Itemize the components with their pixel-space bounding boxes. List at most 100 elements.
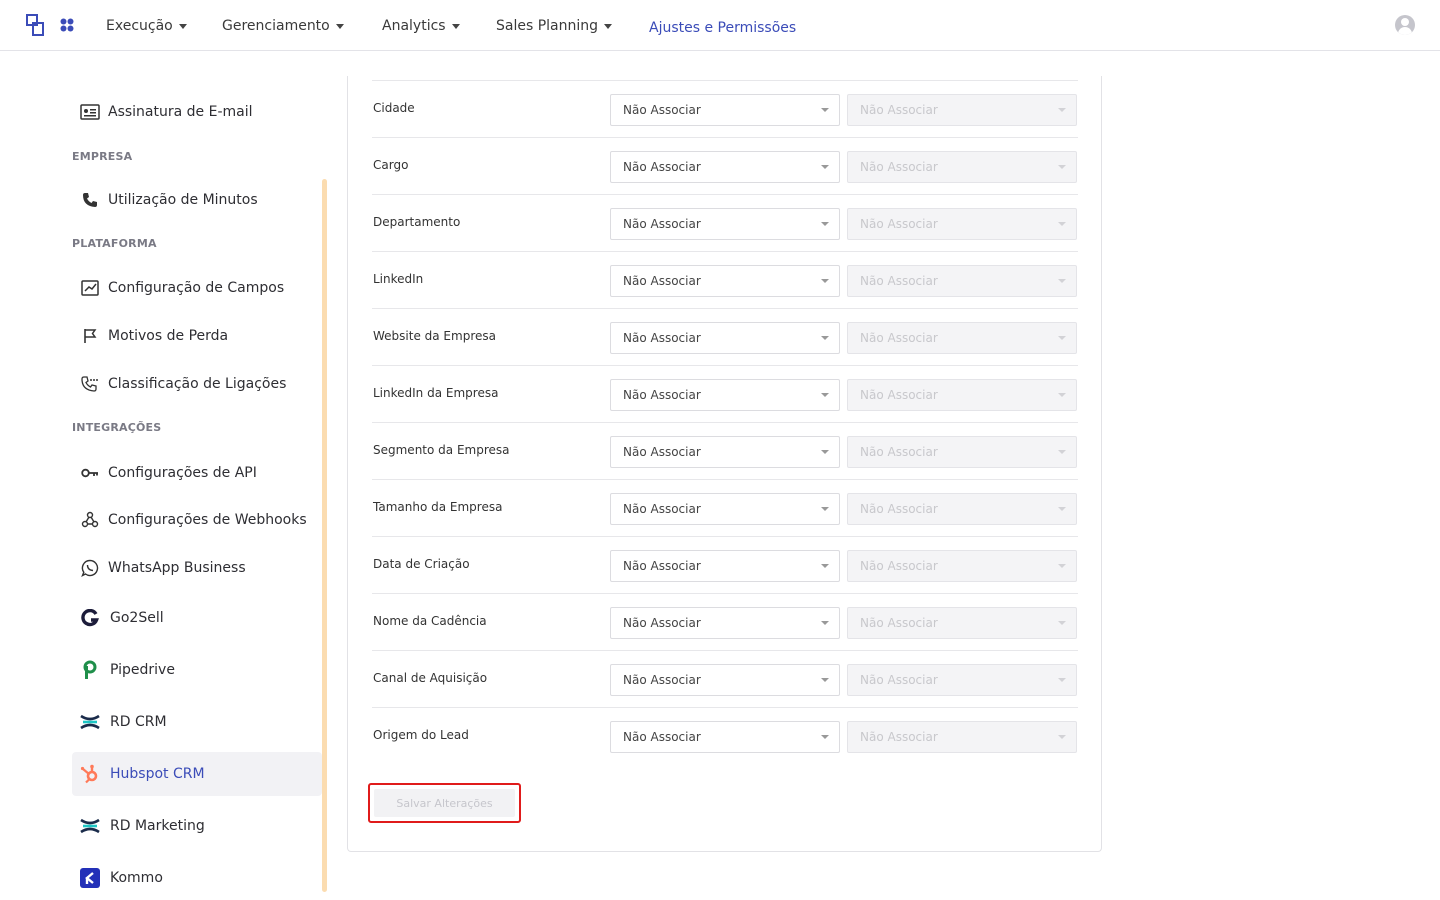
nav-gerenciamento[interactable]: Gerenciamento (222, 16, 344, 36)
nav-execucao-label: Execução (106, 18, 173, 34)
mapping-secondary-value: Não Associar (860, 160, 938, 174)
sidebar-item-api-settings[interactable]: Configurações de API (72, 451, 322, 495)
nav-execucao[interactable]: Execução (106, 16, 187, 36)
kommo-logo-icon (80, 868, 100, 888)
chevron-down-icon (821, 165, 829, 169)
mapping-secondary-value: Não Associar (860, 103, 938, 117)
mapping-row: Canal de Aquisição Não Associar Não Associ… (372, 650, 1078, 707)
chevron-down-icon (1058, 336, 1066, 340)
mapping-row: Nome da Cadência Não Associar Não Associar (372, 593, 1078, 650)
sidebar-item-email-signature[interactable]: Assinatura de E-mail (72, 90, 322, 134)
sidebar-item-webhook-settings[interactable]: Configurações de Webhooks (72, 498, 322, 542)
webhook-icon (80, 510, 100, 530)
mapping-secondary-select: Não Associar (847, 265, 1077, 297)
sidebar-item-label: Classificação de Ligações (108, 376, 287, 392)
mapping-select-value: Não Associar (623, 217, 701, 231)
chevron-down-icon (821, 393, 829, 397)
sidebar-item-kommo[interactable]: Kommo (72, 856, 322, 900)
sidebar-item-field-config[interactable]: Configuração de Campos (72, 266, 322, 310)
sidebar-item-label: Kommo (110, 870, 163, 886)
mapping-select[interactable]: Não Associar (610, 265, 840, 297)
apps-grid-icon[interactable] (60, 18, 74, 32)
mapping-secondary-select: Não Associar (847, 94, 1077, 126)
nav-ajustes-permissoes[interactable]: Ajustes e Permissões (649, 18, 796, 38)
mapping-field-label: Cidade (373, 101, 415, 115)
save-button-highlight: Salvar Alterações (368, 783, 521, 823)
sidebar-item-go2sell[interactable]: Go2Sell (72, 596, 322, 640)
mapping-secondary-select: Não Associar (847, 493, 1077, 525)
mapping-row: LinkedIn Não Associar Não Associar (372, 251, 1078, 308)
mapping-field-label: Nome da Cadência (373, 614, 487, 628)
mapping-select[interactable]: Não Associar (610, 322, 840, 354)
nav-analytics[interactable]: Analytics (382, 16, 460, 36)
chevron-down-icon (1058, 222, 1066, 226)
mapping-select[interactable]: Não Associar (610, 607, 840, 639)
mapping-select[interactable]: Não Associar (610, 379, 840, 411)
chevron-down-icon (821, 450, 829, 454)
mapping-secondary-select: Não Associar (847, 550, 1077, 582)
sidebar-scrollbar[interactable] (322, 179, 327, 892)
mapping-field-label: Canal de Aquisição (373, 671, 488, 685)
mapping-field-label: Data de Criação (373, 557, 470, 571)
app-logo-icon[interactable] (26, 14, 44, 36)
sidebar-item-label: Hubspot CRM (110, 766, 205, 782)
mapping-field-label: LinkedIn (373, 272, 424, 286)
sidebar-item-whatsapp[interactable]: WhatsApp Business (72, 546, 322, 590)
sidebar-item-loss-reasons[interactable]: Motivos de Perda (72, 314, 322, 358)
chevron-down-icon (1058, 450, 1066, 454)
mapping-select[interactable]: Não Associar (610, 151, 840, 183)
mapping-field-label: Departamento (373, 215, 461, 229)
sidebar-item-label: Motivos de Perda (108, 328, 229, 344)
chevron-down-icon (1058, 165, 1066, 169)
chevron-down-icon (821, 336, 829, 340)
mapping-select-value: Não Associar (623, 730, 701, 744)
flag-icon (80, 326, 100, 346)
chevron-down-icon (604, 24, 613, 29)
mapping-secondary-select: Não Associar (847, 322, 1077, 354)
sidebar-item-hubspot[interactable]: Hubspot CRM (72, 752, 322, 796)
mapping-secondary-value: Não Associar (860, 502, 938, 516)
chevron-down-icon (821, 279, 829, 283)
mapping-secondary-select: Não Associar (847, 379, 1077, 411)
sidebar-item-pipedrive[interactable]: Pipedrive (72, 648, 322, 692)
nav-sales-planning[interactable]: Sales Planning (496, 16, 613, 36)
mapping-select[interactable]: Não Associar (610, 94, 840, 126)
sidebar-item-call-classification[interactable]: Classificação de Ligações (72, 362, 322, 406)
mapping-select[interactable]: Não Associar (610, 208, 840, 240)
mapping-select-value: Não Associar (623, 616, 701, 630)
mapping-secondary-select: Não Associar (847, 436, 1077, 468)
mapping-secondary-value: Não Associar (860, 331, 938, 345)
mapping-field-label: LinkedIn da Empresa (373, 386, 499, 400)
mapping-secondary-select: Não Associar (847, 664, 1077, 696)
rd-crm-logo-icon (80, 712, 100, 732)
mapping-select[interactable]: Não Associar (610, 436, 840, 468)
sidebar-item-minutes-usage[interactable]: Utilização de Minutos (72, 178, 322, 222)
sidebar-item-rd-marketing[interactable]: RD Marketing (72, 804, 322, 848)
chevron-down-icon (1058, 507, 1066, 511)
mapping-select-value: Não Associar (623, 103, 701, 117)
sidebar-item-label: WhatsApp Business (108, 560, 246, 576)
mapping-select[interactable]: Não Associar (610, 550, 840, 582)
sidebar-item-label: Assinatura de E-mail (108, 104, 253, 120)
mapping-row: Tamanho da Empresa Não Associar Não Associ… (372, 479, 1078, 536)
mapping-secondary-value: Não Associar (860, 445, 938, 459)
mapping-select[interactable]: Não Associar (610, 664, 840, 696)
mapping-select[interactable]: Não Associar (610, 493, 840, 525)
mapping-select-value: Não Associar (623, 502, 701, 516)
mapping-field-label: Cargo (373, 158, 409, 172)
mapping-select[interactable]: Não Associar (610, 721, 840, 753)
chevron-down-icon (1058, 621, 1066, 625)
user-avatar-icon[interactable] (1395, 15, 1415, 35)
chevron-down-icon (821, 564, 829, 568)
pipedrive-logo-icon (80, 660, 100, 680)
mapping-secondary-value: Não Associar (860, 730, 938, 744)
nav-gerenciamento-label: Gerenciamento (222, 18, 330, 34)
mapping-row: Cidade Não Associar Não Associar (372, 80, 1078, 137)
chevron-down-icon (1058, 735, 1066, 739)
save-changes-button[interactable]: Salvar Alterações (374, 789, 515, 817)
chevron-down-icon (1058, 678, 1066, 682)
sidebar-item-rd-crm[interactable]: RD CRM (72, 700, 322, 744)
mapping-select-value: Não Associar (623, 388, 701, 402)
signature-card-icon (80, 102, 100, 122)
chevron-down-icon (821, 678, 829, 682)
